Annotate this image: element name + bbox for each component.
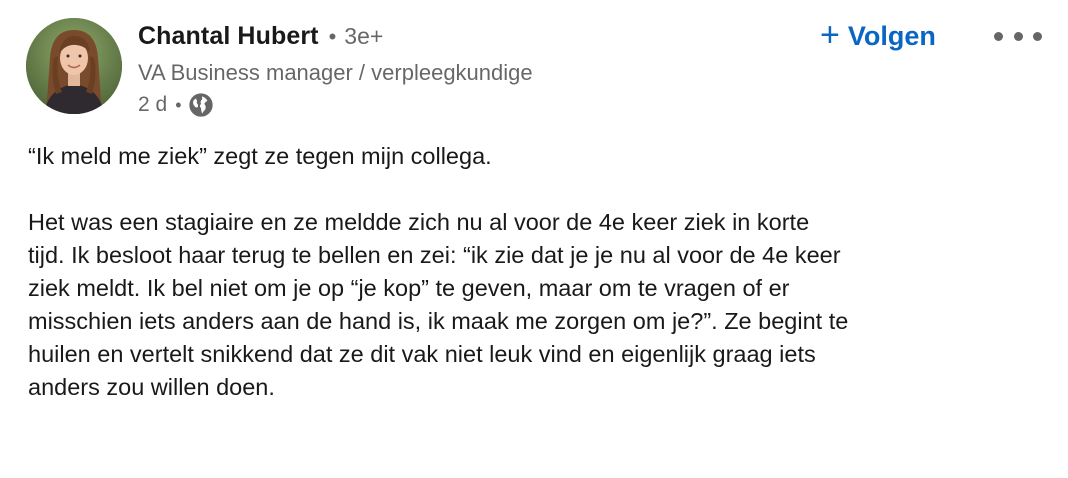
meta-separator: •	[175, 94, 182, 115]
feed-post: Chantal Hubert • 3e+ VA Business manager…	[0, 0, 1068, 478]
author-info: Chantal Hubert • 3e+ VA Business manager…	[138, 22, 533, 120]
avatar-photo	[26, 18, 122, 114]
globe-icon	[188, 92, 214, 118]
more-dot	[994, 31, 1003, 41]
post-meta: 2 d •	[138, 90, 533, 120]
connection-degree: 3e+	[344, 23, 384, 49]
more-dot	[1013, 31, 1023, 41]
more-options-icon[interactable]	[994, 20, 1042, 52]
author-avatar[interactable]	[26, 18, 122, 114]
name-separator: •	[328, 24, 337, 49]
follow-button[interactable]: + Volgen	[820, 16, 936, 56]
more-dot	[1033, 31, 1042, 41]
follow-label: Volgen	[847, 20, 936, 51]
plus-icon: +	[820, 16, 840, 54]
author-headline: VA Business manager / verpleegkundige	[138, 60, 533, 85]
post-paragraph: “Ik meld me ziek” zegt ze tegen mijn col…	[28, 143, 492, 169]
author-name[interactable]: Chantal Hubert	[138, 22, 319, 51]
post-text: “Ik meld me ziek” zegt ze tegen mijn col…	[28, 140, 1048, 404]
post-paragraph: Het was een stagiaire en ze meldde zich …	[28, 209, 849, 400]
author-name-line: Chantal Hubert • 3e+	[138, 22, 533, 56]
post-time: 2 d	[138, 93, 168, 116]
